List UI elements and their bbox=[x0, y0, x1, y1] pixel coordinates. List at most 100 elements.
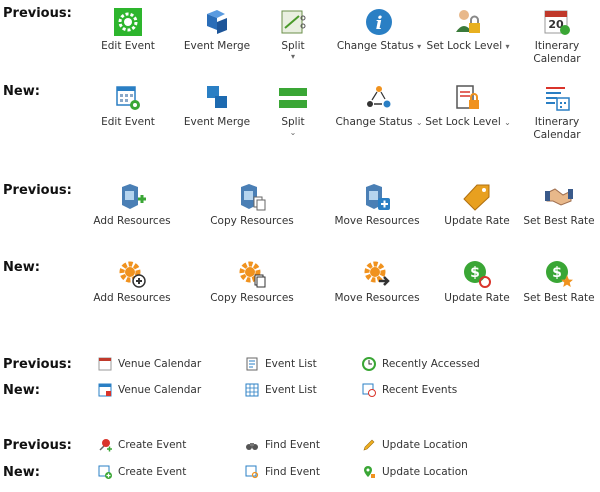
new-label: New: bbox=[3, 383, 40, 398]
label: Change Status bbox=[336, 40, 414, 52]
new-find-event[interactable]: Find Event bbox=[245, 465, 320, 479]
status-flow-icon bbox=[367, 86, 391, 108]
lock-user-icon bbox=[456, 10, 480, 33]
dollar-star-icon: $ bbox=[546, 261, 573, 287]
label: Add Resources bbox=[93, 292, 171, 304]
label: Copy Resources bbox=[210, 215, 294, 227]
label: Itinerary Calendar bbox=[533, 40, 581, 65]
list-calendar-icon bbox=[546, 87, 570, 111]
label: Update Rate bbox=[444, 292, 510, 304]
server-move-icon bbox=[366, 184, 390, 210]
prev-copy-resources[interactable]: Copy Resources bbox=[207, 183, 297, 228]
prev-update-location[interactable]: Update Location bbox=[362, 438, 468, 452]
prev-change-status[interactable]: i Change Status ▾ bbox=[334, 8, 424, 53]
label: Edit Event bbox=[101, 40, 155, 52]
new-recent-events[interactable]: Recent Events bbox=[362, 383, 457, 397]
prev-move-resources[interactable]: Move Resources bbox=[332, 183, 422, 228]
label: Move Resources bbox=[334, 292, 420, 304]
previous-label: Previous: bbox=[3, 438, 72, 453]
prev-set-lock-level[interactable]: Set Lock Level ▾ bbox=[423, 8, 513, 53]
prev-find-event[interactable]: Find Event bbox=[245, 438, 320, 452]
label: Set Best Rate bbox=[523, 215, 595, 227]
label: Move Resources bbox=[334, 215, 420, 227]
prev-create-event[interactable]: Create Event bbox=[98, 438, 186, 452]
label: Copy Resources bbox=[210, 292, 294, 304]
new-update-location[interactable]: Update Location bbox=[362, 465, 468, 479]
prev-add-resources[interactable]: Add Resources bbox=[87, 183, 177, 228]
gear-add-icon bbox=[119, 261, 146, 288]
svg-text:i: i bbox=[376, 13, 383, 34]
new-split[interactable]: Split ⌄ bbox=[248, 84, 338, 137]
document-lock-icon bbox=[456, 85, 479, 109]
calendar-icon: 20 bbox=[544, 10, 570, 35]
label: Event Merge bbox=[183, 116, 251, 128]
prev-split[interactable]: Split ▾ bbox=[248, 8, 338, 61]
new-set-best-rate[interactable]: $ Set Best Rate bbox=[514, 260, 600, 305]
label: Create Event bbox=[118, 466, 187, 478]
new-itinerary-calendar[interactable]: Itinerary Calendar bbox=[512, 84, 600, 142]
label: Edit Event bbox=[101, 116, 155, 128]
svg-text:$: $ bbox=[470, 265, 480, 281]
svg-text:$: $ bbox=[552, 265, 562, 281]
document-list-icon bbox=[246, 357, 258, 371]
label: Find Event bbox=[265, 466, 320, 478]
new-change-status[interactable]: Change Status ⌄ bbox=[334, 84, 424, 129]
new-create-event[interactable]: Create Event bbox=[98, 465, 186, 479]
label: Add Resources bbox=[93, 215, 171, 227]
label: Event List bbox=[265, 358, 317, 370]
price-tag-icon bbox=[463, 184, 490, 211]
new-label: New: bbox=[3, 84, 40, 99]
calendar-gear-icon bbox=[116, 86, 140, 110]
info-icon: i bbox=[366, 9, 392, 35]
server-copy-icon bbox=[241, 184, 266, 211]
calendar-icon bbox=[98, 357, 112, 371]
label: Split bbox=[281, 40, 305, 52]
label: Set Lock Level bbox=[426, 40, 503, 52]
pin-add-icon bbox=[99, 439, 112, 452]
label: Itinerary Calendar bbox=[533, 116, 581, 141]
label: Recent Events bbox=[382, 384, 458, 396]
new-move-resources[interactable]: Move Resources bbox=[332, 260, 422, 305]
new-add-resources[interactable]: Add Resources bbox=[87, 260, 177, 305]
new-copy-resources[interactable]: Copy Resources bbox=[207, 260, 297, 305]
gear-copy-icon bbox=[239, 261, 266, 288]
label: Set Best Rate bbox=[523, 292, 595, 304]
handshake-icon bbox=[545, 188, 573, 206]
gear-move-icon bbox=[364, 261, 390, 286]
merge-squares-icon bbox=[207, 86, 227, 108]
prev-update-rate[interactable]: Update Rate bbox=[432, 183, 522, 228]
prev-venue-calendar[interactable]: Venue Calendar bbox=[98, 357, 201, 371]
calendar-add-icon bbox=[98, 465, 112, 479]
gear-icon bbox=[114, 8, 142, 36]
label: Update Rate bbox=[444, 215, 510, 227]
label: Venue Calendar bbox=[118, 358, 202, 370]
new-venue-calendar[interactable]: Venue Calendar bbox=[98, 383, 201, 397]
previous-label: Previous: bbox=[3, 357, 72, 372]
prev-recently-accessed[interactable]: Recently Accessed bbox=[362, 357, 480, 371]
cubes-icon bbox=[207, 10, 227, 34]
prev-event-list[interactable]: Event List bbox=[245, 357, 317, 371]
pencil-icon bbox=[363, 439, 375, 451]
split-bar-icon bbox=[279, 88, 307, 108]
label: Create Event bbox=[118, 439, 187, 451]
calendar-search-icon bbox=[245, 465, 259, 479]
chevron-down-icon: ⌄ bbox=[289, 128, 297, 137]
label: Update Location bbox=[382, 439, 468, 451]
label: Update Location bbox=[382, 466, 468, 478]
label: Event Merge bbox=[183, 40, 251, 52]
label: Split bbox=[281, 116, 305, 128]
new-set-lock-level[interactable]: Set Lock Level ⌄ bbox=[423, 84, 513, 129]
label: Event List bbox=[265, 384, 317, 396]
prev-set-best-rate[interactable]: Set Best Rate bbox=[514, 183, 600, 228]
prev-edit-event[interactable]: Edit Event bbox=[83, 8, 173, 53]
new-label: New: bbox=[3, 260, 40, 275]
label: Recently Accessed bbox=[382, 358, 480, 370]
new-update-rate[interactable]: $ Update Rate bbox=[432, 260, 522, 305]
new-label: New: bbox=[3, 465, 40, 480]
previous-label: Previous: bbox=[3, 6, 72, 21]
new-edit-event[interactable]: Edit Event bbox=[83, 84, 173, 129]
calendar-grid-icon bbox=[245, 383, 259, 397]
new-event-list[interactable]: Event List bbox=[245, 383, 317, 397]
chevron-down-icon: ▾ bbox=[290, 52, 295, 61]
prev-itinerary-calendar[interactable]: 20 Itinerary Calendar bbox=[512, 8, 600, 66]
